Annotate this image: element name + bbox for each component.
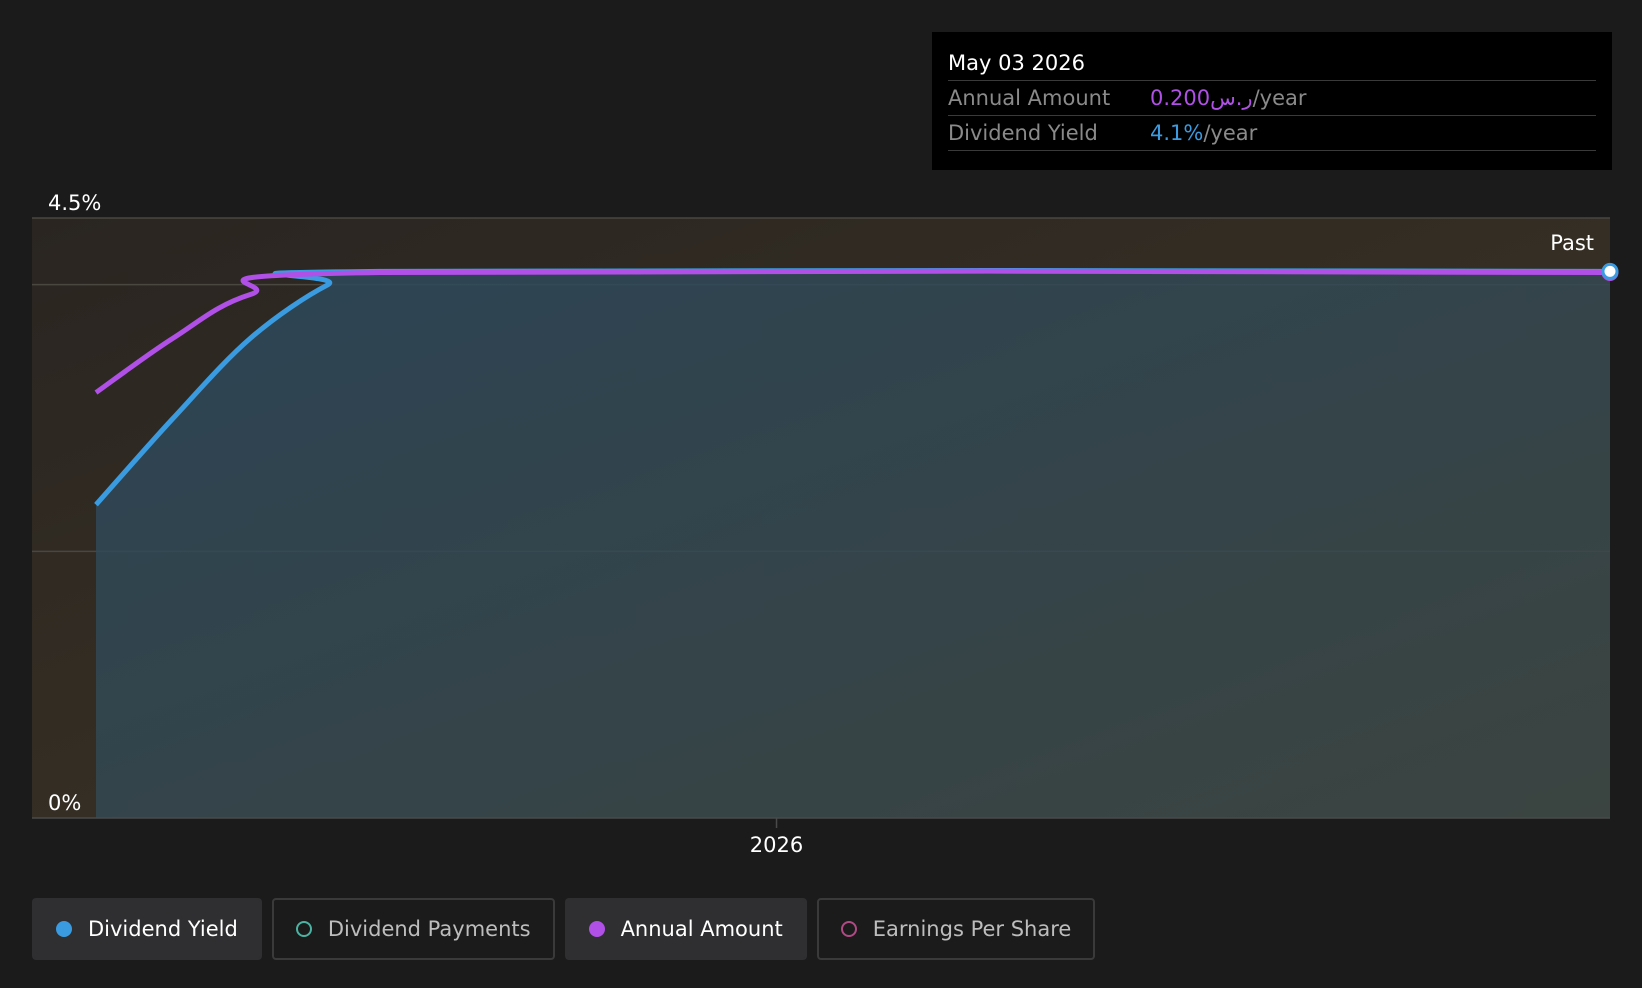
tooltip: May 03 2026 Annual Amount 0.200ر.س /year…: [932, 32, 1612, 170]
filled-dot-icon: [56, 921, 72, 937]
legend-label: Annual Amount: [620, 917, 783, 941]
filled-dot-icon: [588, 921, 605, 937]
legend-annual-amount[interactable]: Annual Amount: [564, 898, 807, 960]
tooltip-unit: /year: [1203, 121, 1258, 145]
legend-earnings-per-share[interactable]: Earnings Per Share: [816, 898, 1096, 960]
legend-label: Dividend Yield: [88, 917, 238, 941]
legend-label: Dividend Payments: [327, 917, 531, 941]
legend: Dividend Yield Dividend Payments Annual …: [32, 898, 1096, 960]
legend-dividend-yield[interactable]: Dividend Yield: [32, 898, 262, 960]
hollow-dot-icon: [295, 921, 312, 937]
y-tick-label: 0%: [48, 791, 81, 815]
dividend-yield-area: [96, 270, 1610, 818]
tooltip-unit: /year: [1252, 86, 1307, 110]
tooltip-value: 4.1%: [1150, 121, 1204, 145]
past-label: Past: [1550, 231, 1594, 255]
legend-label: Earnings Per Share: [872, 917, 1072, 941]
x-tick-label: 2026: [750, 833, 803, 857]
legend-dividend-payments[interactable]: Dividend Payments: [271, 898, 555, 960]
tooltip-row-dividend-yield: Dividend Yield 4.1% /year: [948, 116, 1596, 151]
tooltip-date: May 03 2026: [948, 46, 1596, 81]
hollow-dot-icon: [840, 921, 857, 937]
tooltip-label: Dividend Yield: [948, 121, 1098, 145]
y-tick-label: 4.5%: [48, 191, 101, 215]
dividend-yield-marker: [1601, 262, 1619, 280]
tooltip-row-annual-amount: Annual Amount 0.200ر.س /year: [948, 81, 1596, 116]
tooltip-label: Annual Amount: [948, 86, 1111, 110]
tooltip-value: 0.200ر.س: [1150, 86, 1253, 110]
